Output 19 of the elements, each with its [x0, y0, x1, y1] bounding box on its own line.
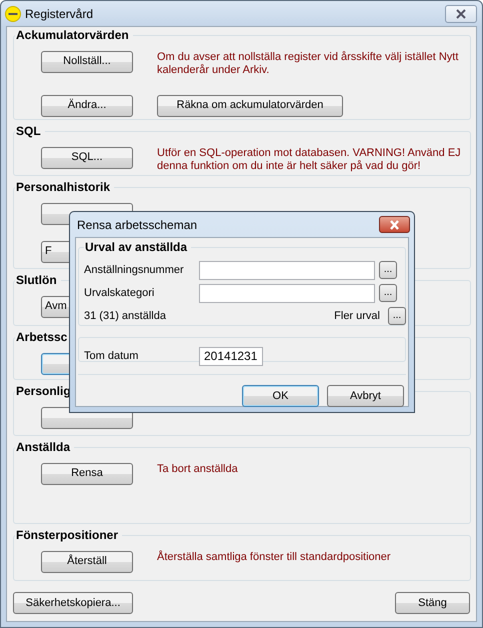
- employee-count: 31 (31) anställda: [84, 308, 166, 324]
- group-title: Urval av anställda: [84, 240, 192, 254]
- note-text: Återställa samtliga fönster till standardpositioner: [157, 550, 392, 564]
- group-title: Arbetssc: [15, 330, 72, 344]
- group-title: Anställda: [15, 440, 74, 454]
- field-label: Urvalskategori: [84, 286, 156, 301]
- note-text: Utför en SQL-operation mot databasen. VARNING! Använd EJ denna funktion om du inte är helt säker på vad du gör!: [157, 146, 462, 172]
- group-title: Slutlön: [15, 273, 61, 287]
- group-title: Ackumulatorvärden: [15, 28, 133, 42]
- field-label: Tom datum: [84, 348, 140, 364]
- note-text: Ta bort anställda: [157, 462, 239, 476]
- group-title: Personalhistorik: [15, 180, 114, 194]
- more-selection-label: Fler urval: [334, 308, 380, 324]
- window-title: Registervård: [25, 6, 94, 22]
- note-text: Om du avser att nollställa register vid årsskifte välj istället Nytt kalenderår under Arkiv.: [157, 50, 460, 76]
- dialog-title: Rensa arbetsscheman: [77, 216, 198, 234]
- field-label: Anställningsnummer: [84, 262, 185, 278]
- group-title: Fönsterpositioner: [15, 528, 122, 542]
- group-title: SQL: [15, 124, 45, 138]
